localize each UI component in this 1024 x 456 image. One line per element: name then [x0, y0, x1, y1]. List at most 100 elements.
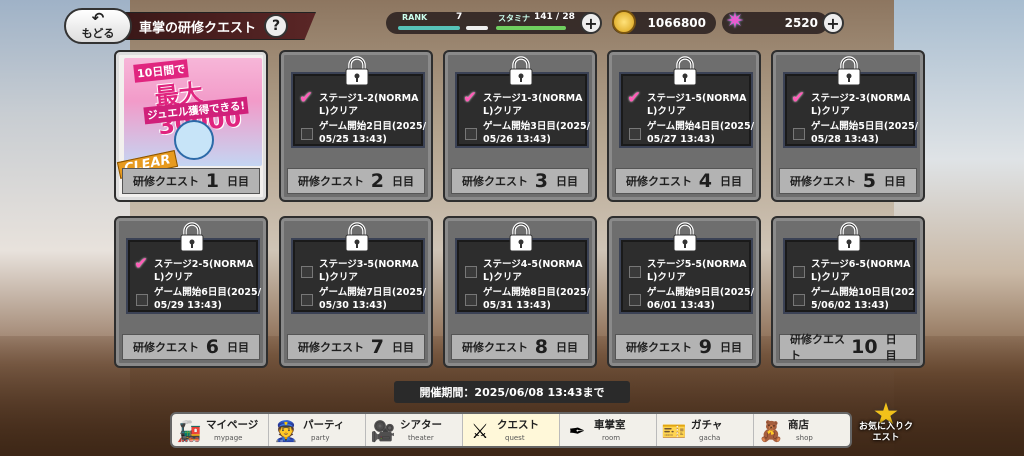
nav-sublabel: theater	[408, 434, 434, 442]
back-button[interactable]: ↶ もどる	[64, 8, 132, 44]
checkbox	[465, 128, 477, 140]
condition-stage-text: ステージ3-5(NORMAL)クリア	[319, 259, 419, 283]
jewel-panel: ✷ 2520	[722, 9, 828, 34]
quest-card-day-7[interactable]: ステージ3-5(NORMAL)クリア ゲーム開始7日目(2025/05/30 1…	[279, 216, 433, 368]
conductor-icon: 👮	[273, 419, 299, 443]
quest-day-number: 2	[370, 170, 384, 192]
quest-day-number: 8	[534, 336, 548, 358]
stamina-value: 141 / 28	[534, 12, 575, 22]
favorite-quest-button[interactable]: ★ お気に入りクエスト	[856, 400, 916, 452]
stamina-label: スタミナ	[498, 14, 530, 23]
nav-sublabel: shop	[796, 434, 813, 442]
nav-room[interactable]: ✒ 車掌室 room	[560, 414, 657, 446]
condition-stage-text: ステージ6-5(NORMAL)クリア	[811, 259, 911, 283]
quest-label-text: 研修クエスト	[626, 175, 692, 188]
quest-day-label: 研修クエスト 6 日目	[122, 334, 260, 360]
condition-stage-text: ステージ1-3(NORMAL)クリア	[483, 93, 583, 117]
quest-label-text: 研修クエスト	[462, 175, 528, 188]
quest-day-label: 研修クエスト 9 日目	[615, 334, 753, 360]
condition-date-text: ゲーム開始10日目(2025/06/02 13:43)	[811, 287, 915, 311]
lock-icon	[833, 222, 865, 252]
nav-gacha[interactable]: 🎫 ガチャ gacha	[657, 414, 754, 446]
checkmark-icon: ✔	[299, 88, 314, 108]
nav-sublabel: gacha	[699, 434, 721, 442]
bottom-nav: 🚂 マイページ mypage 👮 パーティ party 🎥 シアター theater…	[170, 412, 852, 448]
condition-date-text: ゲーム開始6日目(2025/05/29 13:43)	[154, 287, 262, 311]
quest-card-day-6[interactable]: ✔ ステージ2-5(NORMAL)クリア ゲーム開始6日目(2025/05/29 …	[114, 216, 268, 368]
nav-sublabel: mypage	[214, 434, 243, 442]
quest-day-label: 研修クエスト 10 日目	[779, 333, 917, 362]
nav-label: ガチャ	[691, 419, 723, 431]
back-label: もどる	[81, 27, 115, 40]
nav-label: シアター	[400, 419, 442, 431]
quest-day-number: 10	[851, 336, 878, 358]
nav-label: クエスト	[497, 419, 539, 431]
quest-day-suffix: 日目	[720, 341, 742, 354]
quest-day-number: 5	[862, 170, 876, 192]
quest-day-suffix: 日目	[885, 333, 897, 362]
nav-mypage[interactable]: 🚂 マイページ mypage	[172, 414, 269, 446]
quest-day-suffix: 日目	[556, 175, 578, 188]
nav-label: パーティ	[303, 419, 345, 431]
nav-shop[interactable]: 🧸 商店 shop	[754, 414, 850, 446]
jewel-value: 2520	[784, 16, 818, 30]
camera-icon: 🎥	[370, 419, 396, 443]
quest-label-text: 研修クエスト	[298, 175, 364, 188]
quest-day-label: 研修クエスト 5 日目	[779, 168, 917, 194]
quest-day-number: 1	[205, 170, 219, 192]
quest-card-day-2[interactable]: ✔ ステージ1-2(NORMAL)クリア ゲーム開始2日目(2025/05/25 …	[279, 50, 433, 202]
condition-stage-text: ステージ1-5(NORMAL)クリア	[647, 93, 747, 117]
quest-card-day-1[interactable]: 10日間で 最大30000 ジュエル獲得できる! CLEAR 研修クエスト 1 …	[114, 50, 268, 202]
quest-day-label: 研修クエスト 2 日目	[287, 168, 425, 194]
quest-card-day-5[interactable]: ✔ ステージ2-3(NORMAL)クリア ゲーム開始5日目(2025/05/28 …	[771, 50, 925, 202]
quest-card-day-4[interactable]: ✔ ステージ1-5(NORMAL)クリア ゲーム開始4日目(2025/05/27 …	[607, 50, 761, 202]
quest-label-text: 研修クエスト	[298, 341, 364, 354]
quest-label-text: 研修クエスト	[133, 341, 199, 354]
nav-label: マイページ	[206, 419, 259, 431]
checkbox	[793, 266, 805, 278]
quest-label-text: 研修クエスト	[133, 175, 199, 188]
lock-icon	[341, 222, 373, 252]
nav-theater[interactable]: 🎥 シアター theater	[366, 414, 463, 446]
jewel-icon: ✷	[725, 9, 745, 34]
help-button[interactable]: ?	[264, 14, 288, 38]
quest-day-number: 9	[698, 336, 712, 358]
lock-icon	[176, 222, 208, 252]
nav-sublabel: party	[311, 434, 330, 442]
checkbox	[136, 294, 148, 306]
quest-banner-image: 10日間で 最大30000 ジュエル獲得できる!	[124, 58, 262, 166]
quest-day-number: 7	[370, 336, 384, 358]
quest-card-day-10[interactable]: ステージ6-5(NORMAL)クリア ゲーム開始10日目(2025/06/02 …	[771, 216, 925, 368]
condition-date-text: ゲーム開始8日目(2025/05/31 13:43)	[483, 287, 591, 311]
quest-card-day-8[interactable]: ステージ4-5(NORMAL)クリア ゲーム開始8日目(2025/05/31 1…	[443, 216, 597, 368]
quest-day-number: 3	[534, 170, 548, 192]
checkbox	[629, 294, 641, 306]
quest-day-suffix: 日目	[392, 175, 414, 188]
nav-quest[interactable]: ⚔ クエスト quest	[463, 414, 560, 446]
quest-day-label: 研修クエスト 3 日目	[451, 168, 589, 194]
quest-day-suffix: 日目	[884, 175, 906, 188]
quest-day-suffix: 日目	[720, 175, 742, 188]
jewel-add-button[interactable]: +	[822, 12, 844, 34]
condition-date-text: ゲーム開始5日目(2025/05/28 13:43)	[811, 121, 919, 145]
stamina-bar	[496, 26, 566, 30]
checkbox	[465, 266, 477, 278]
coin-panel: 1066800	[612, 10, 716, 34]
quest-card-day-9[interactable]: ステージ5-5(NORMAL)クリア ゲーム開始9日目(2025/06/01 1…	[607, 216, 761, 368]
nav-party[interactable]: 👮 パーティ party	[269, 414, 366, 446]
quest-label-text: 研修クエスト	[462, 341, 528, 354]
checkbox	[301, 266, 313, 278]
checkmark-icon: ✔	[463, 88, 478, 108]
quest-day-number: 6	[205, 336, 219, 358]
condition-stage-text: ステージ5-5(NORMAL)クリア	[647, 259, 747, 283]
nav-sublabel: room	[602, 434, 621, 442]
condition-stage-text: ステージ2-3(NORMAL)クリア	[811, 93, 911, 117]
ticket-icon: 🎫	[661, 419, 687, 443]
quest-card-day-3[interactable]: ✔ ステージ1-3(NORMAL)クリア ゲーム開始3日目(2025/05/26 …	[443, 50, 597, 202]
checkbox	[301, 294, 313, 306]
condition-date-text: ゲーム開始4日目(2025/05/27 13:43)	[647, 121, 755, 145]
rank-exp-bar	[398, 26, 460, 30]
lock-icon	[669, 56, 701, 86]
quest-label-text: 研修クエスト	[790, 175, 856, 188]
stamina-add-button[interactable]: +	[580, 12, 602, 34]
